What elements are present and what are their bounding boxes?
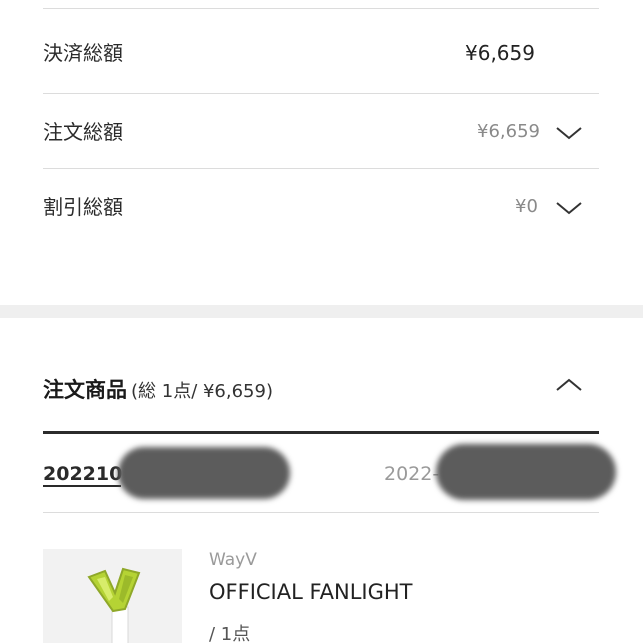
product-name[interactable]: OFFICIAL FANLIGHT: [209, 579, 413, 605]
divider: [43, 93, 599, 94]
order-tab[interactable]: 2022-: [384, 462, 439, 486]
product-image[interactable]: [43, 549, 182, 643]
discount-total-amount: ¥0: [515, 196, 538, 217]
redaction-blur: [118, 447, 290, 499]
product-brand: WayV: [209, 550, 257, 570]
chevron-up-icon[interactable]: [555, 377, 583, 393]
product-quantity: / 1点: [209, 624, 251, 643]
redaction-blur: [436, 444, 616, 500]
divider: [43, 168, 599, 169]
lightstick-image: [87, 567, 141, 643]
ordered-items-title: 注文商品 (総 1点/ ¥6,659): [43, 375, 273, 407]
order-total-amount: ¥6,659: [477, 121, 540, 142]
section-rule: [43, 431, 599, 434]
ordered-items-summary: (総 1点/ ¥6,659): [131, 381, 273, 402]
order-tab-active[interactable]: 202210: [43, 462, 122, 486]
payment-total-amount: ¥6,659: [465, 41, 535, 65]
divider: [43, 8, 599, 9]
divider: [43, 512, 599, 513]
active-tab-underline: [43, 485, 121, 487]
ordered-items-title-text: 注文商品: [43, 378, 127, 402]
discount-total-label: 割引総額: [43, 195, 123, 219]
order-detail-screen: 決済総額 ¥6,659 注文総額 ¥6,659 割引総額 ¥0 注文商品 (総 1…: [0, 0, 643, 643]
order-total-label: 注文総額: [43, 120, 123, 144]
chevron-down-icon[interactable]: [555, 125, 583, 141]
chevron-down-icon[interactable]: [555, 200, 583, 216]
section-separator: [0, 305, 643, 318]
payment-total-label: 決済総額: [43, 41, 123, 65]
